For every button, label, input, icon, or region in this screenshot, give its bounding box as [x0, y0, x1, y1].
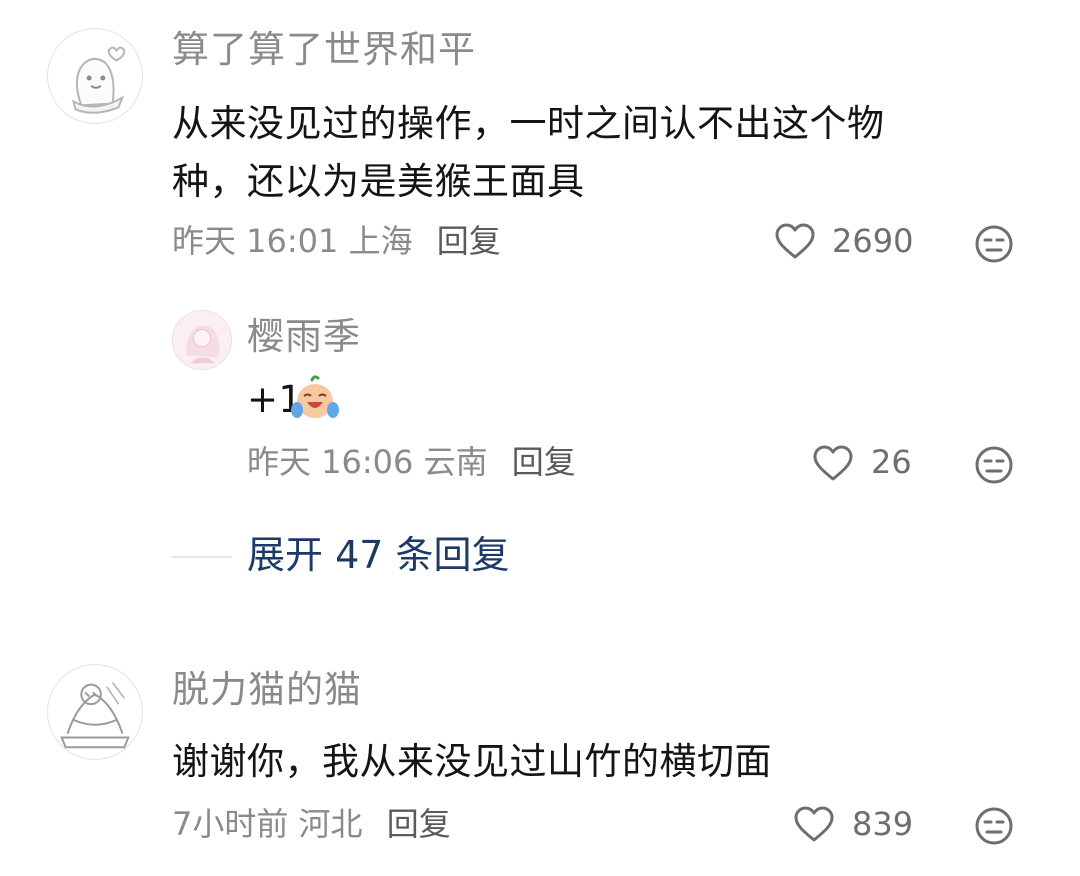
comment-meta: 昨天 16:06 云南 回复 — [247, 443, 576, 481]
comment-text-line: 谢谢你，我从来没见过山竹的横切面 — [172, 740, 772, 783]
comment-time: 7小时前 — [172, 805, 289, 843]
avatar-image — [60, 682, 130, 749]
like-count: 2690 — [832, 222, 914, 260]
heart-outline-icon[interactable] — [774, 222, 816, 262]
reply-button[interactable]: 回复 — [437, 222, 501, 260]
comment-time: 昨天 16:06 — [247, 443, 414, 481]
avatar-image — [71, 46, 126, 114]
like-count: 26 — [871, 443, 912, 481]
meh-face-icon[interactable] — [974, 224, 1014, 264]
comment-meta: 昨天 16:01 上海 回复 — [172, 222, 501, 260]
expand-divider — [172, 556, 232, 558]
comment-username[interactable]: 脱力猫的猫 — [172, 668, 362, 712]
comment-location: 河北 — [298, 805, 363, 843]
comment-text-line: 从来没见过的操作，一时之间认不出这个物 — [172, 102, 885, 145]
like-count: 839 — [852, 805, 914, 843]
comment-text: 谢谢你，我从来没见过山竹的横切面 — [172, 733, 772, 791]
reply-button[interactable]: 回复 — [387, 805, 451, 843]
reply-button[interactable]: 回复 — [512, 443, 576, 481]
comment-location: 云南 — [423, 443, 488, 481]
heart-outline-icon[interactable] — [793, 805, 835, 845]
comment-text-line: 种，还以为是美猴王面具 — [172, 160, 585, 203]
comment-text: 从来没见过的操作，一时之间认不出这个物 种，还以为是美猴王面具 — [172, 95, 1032, 211]
comment-username[interactable]: 算了算了世界和平 — [172, 28, 476, 72]
comment-username[interactable]: 樱雨季 — [247, 315, 361, 359]
meh-face-icon[interactable] — [974, 806, 1014, 846]
avatar-image — [173, 311, 231, 369]
heart-outline-icon[interactable] — [812, 444, 854, 484]
expand-replies-button[interactable]: 展开 47 条回复 — [247, 533, 510, 579]
avatar[interactable] — [47, 28, 143, 124]
comment-location: 上海 — [348, 222, 413, 260]
avatar[interactable] — [47, 664, 143, 760]
comment-meta: 7小时前 河北 回复 — [172, 805, 451, 843]
meh-face-icon[interactable] — [974, 445, 1014, 485]
crying-laughing-sticker-icon — [290, 374, 340, 422]
comment-time: 昨天 16:01 — [172, 222, 339, 260]
avatar[interactable] — [172, 310, 232, 370]
